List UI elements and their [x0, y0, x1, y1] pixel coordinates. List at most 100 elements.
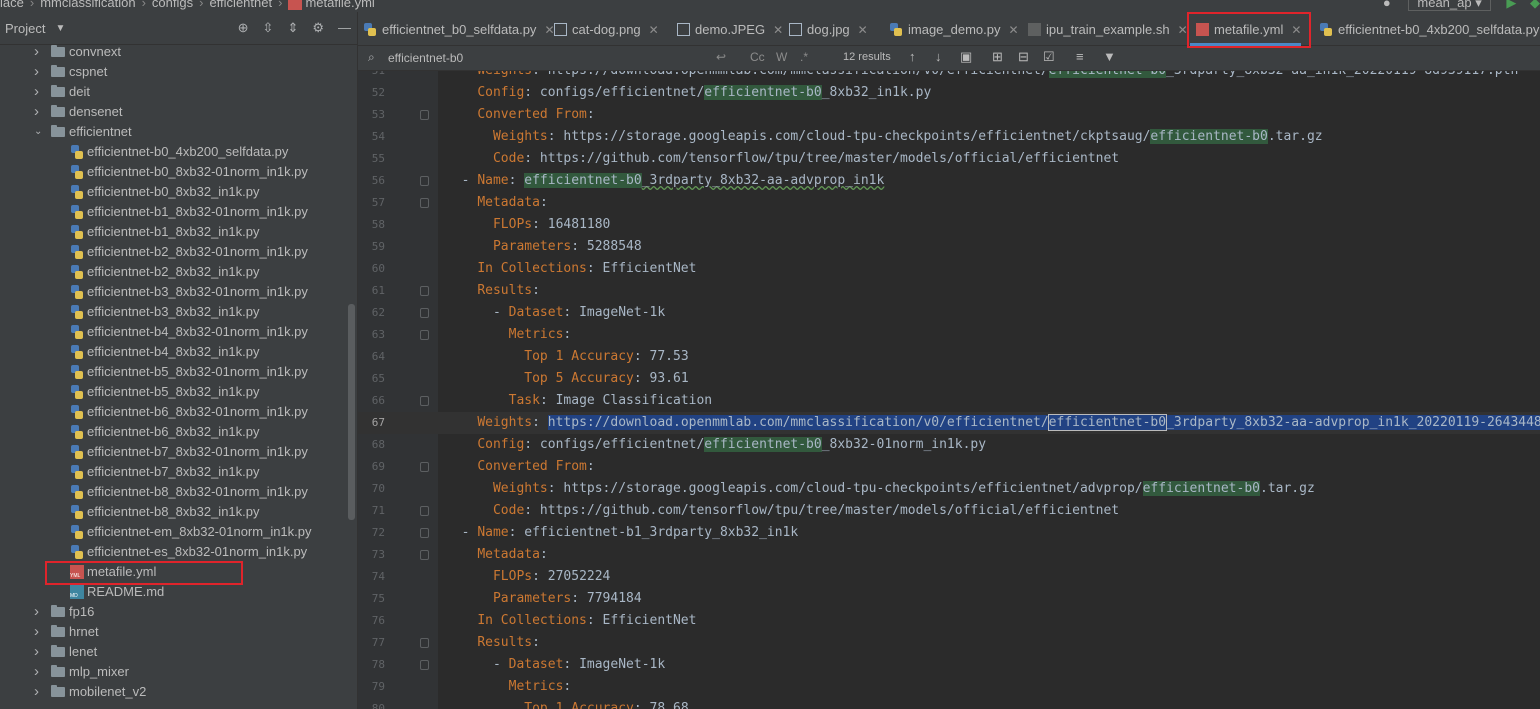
chevron-down-icon[interactable]: ⌄ — [34, 122, 44, 142]
tree-folder-row[interactable]: › cspnet — [0, 62, 347, 82]
whole-words-toggle[interactable]: W — [776, 50, 787, 64]
chevron-right-icon[interactable]: › — [34, 642, 44, 662]
code-line[interactable]: 73 Metadata: — [358, 544, 1540, 566]
code-line[interactable]: 54 Weights: https://storage.googleapis.c… — [358, 126, 1540, 148]
code-line[interactable]: 74 FLOPs: 27052224 — [358, 566, 1540, 588]
code-line[interactable]: 61 Results: — [358, 280, 1540, 302]
run-icon[interactable]: ▶ — [1506, 0, 1516, 10]
filter-icon[interactable]: ▼ — [1103, 49, 1116, 64]
fold-marker-icon[interactable] — [420, 638, 429, 648]
code-line[interactable]: 80 Top 1 Accuracy: 78.68 — [358, 698, 1540, 709]
code-line[interactable]: 51 Weights: https://download.openmmlab.c… — [358, 71, 1540, 82]
tree-file-row[interactable]: efficientnet-b5_8xb32-01norm_in1k.py — [0, 362, 347, 382]
tree-folder-row[interactable]: › fp16 — [0, 602, 347, 622]
chevron-right-icon[interactable]: › — [34, 682, 44, 702]
close-icon[interactable]: ✕ — [649, 23, 659, 37]
tree-file-row[interactable]: efficientnet-b8_8xb32-01norm_in1k.py — [0, 482, 347, 502]
tree-file-row[interactable]: efficientnet-b2_8xb32-01norm_in1k.py — [0, 242, 347, 262]
code-line[interactable]: 72 - Name: efficientnet-b1_3rdparty_8xb3… — [358, 522, 1540, 544]
breadcrumb-item[interactable]: efficientnet — [209, 0, 272, 10]
breadcrumb-item[interactable]: lace — [0, 0, 24, 10]
chevron-right-icon[interactable]: › — [34, 102, 44, 122]
fold-marker-icon[interactable] — [420, 660, 429, 670]
tree-file-row[interactable]: efficientnet-b1_8xb32_in1k.py — [0, 222, 347, 242]
hide-icon[interactable]: — — [338, 20, 351, 36]
tree-folder-row[interactable]: › mlp_mixer — [0, 662, 347, 682]
match-case-toggle[interactable]: Cc — [750, 50, 765, 64]
code-line[interactable]: 64 Top 1 Accuracy: 77.53 — [358, 346, 1540, 368]
tree-file-row[interactable]: efficientnet-b3_8xb32_in1k.py — [0, 302, 347, 322]
code-line[interactable]: 60 In Collections: EfficientNet — [358, 258, 1540, 280]
fold-marker-icon[interactable] — [420, 550, 429, 560]
run-config-select[interactable]: mean_ap ▾ — [1408, 0, 1491, 11]
editor-tab[interactable]: image_demo.py ✕ — [884, 12, 1019, 46]
filter-settings-icon[interactable]: ≡ — [1076, 49, 1084, 64]
collapse-all-icon[interactable]: ⇕ — [287, 20, 298, 36]
fold-marker-icon[interactable] — [420, 176, 429, 186]
breadcrumb-item[interactable]: mmclassification — [40, 0, 135, 10]
code-line[interactable]: 75 Parameters: 7794184 — [358, 588, 1540, 610]
code-line[interactable]: 56 - Name: efficientnet-b0_3rdparty_8xb3… — [358, 170, 1540, 192]
tree-file-row[interactable]: efficientnet-em_8xb32-01norm_in1k.py — [0, 522, 347, 542]
editor-tab[interactable]: efficientnet-b0_4xb200_selfdata.py — [1314, 12, 1539, 46]
select-all-occurrences-icon[interactable]: ☑ — [1043, 49, 1055, 65]
tree-file-row[interactable]: efficientnet-b0_8xb32-01norm_in1k.py — [0, 162, 347, 182]
chevron-right-icon[interactable]: › — [34, 622, 44, 642]
tree-folder-row[interactable]: › deit — [0, 82, 347, 102]
next-occurrence-icon[interactable]: ↓ — [935, 49, 942, 64]
tree-file-row[interactable]: efficientnet-b0_8xb32_in1k.py — [0, 182, 347, 202]
search-icon[interactable]: ⌕ — [368, 50, 375, 65]
code-line[interactable]: 63 Metrics: — [358, 324, 1540, 346]
expand-all-icon[interactable]: ⇳ — [263, 20, 274, 36]
fold-marker-icon[interactable] — [420, 330, 429, 340]
tree-file-row[interactable]: efficientnet-b8_8xb32_in1k.py — [0, 502, 347, 522]
chevron-right-icon[interactable]: › — [34, 602, 44, 622]
add-selection-icon[interactable]: ⊞ — [992, 49, 1003, 65]
breadcrumb-item[interactable]: configs — [152, 0, 193, 10]
close-icon[interactable]: ✕ — [858, 23, 868, 37]
tree-file-row[interactable]: efficientnet-b7_8xb32-01norm_in1k.py — [0, 442, 347, 462]
code-line[interactable]: 67 Weights: https://download.openmmlab.c… — [358, 412, 1540, 434]
chevron-right-icon[interactable]: › — [34, 62, 44, 82]
editor-tab[interactable]: cat-dog.png ✕ — [548, 12, 659, 46]
chevron-right-icon[interactable]: › — [34, 82, 44, 102]
code-line[interactable]: 78 - Dataset: ImageNet-1k — [358, 654, 1540, 676]
user-icon[interactable]: ● — [1383, 0, 1391, 10]
fold-marker-icon[interactable] — [420, 462, 429, 472]
code-line[interactable]: 62 - Dataset: ImageNet-1k — [358, 302, 1540, 324]
chevron-right-icon[interactable]: › — [34, 45, 44, 62]
search-input[interactable]: efficientnet-b0 — [388, 51, 463, 65]
editor-tab[interactable]: dog.jpg ✕ — [783, 12, 868, 46]
project-view-title[interactable]: Project — [5, 21, 45, 36]
code-line[interactable]: 65 Top 5 Accuracy: 93.61 — [358, 368, 1540, 390]
code-line[interactable]: 66 Task: Image Classification — [358, 390, 1540, 412]
tree-file-row[interactable]: efficientnet-b3_8xb32-01norm_in1k.py — [0, 282, 347, 302]
history-icon[interactable]: ↩ — [716, 50, 726, 64]
fold-marker-icon[interactable] — [420, 308, 429, 318]
fold-marker-icon[interactable] — [420, 110, 429, 120]
breadcrumb-item[interactable]: metafile.yml — [305, 0, 374, 10]
tree-folder-row[interactable]: › hrnet — [0, 622, 347, 642]
tree-file-row[interactable]: efficientnet-b5_8xb32_in1k.py — [0, 382, 347, 402]
fold-marker-icon[interactable] — [420, 506, 429, 516]
tree-file-row[interactable]: efficientnet-b6_8xb32_in1k.py — [0, 422, 347, 442]
chevron-right-icon[interactable]: › — [34, 662, 44, 682]
tree-file-row[interactable]: efficientnet-b6_8xb32-01norm_in1k.py — [0, 402, 347, 422]
previous-occurrence-icon[interactable]: ↑ — [909, 49, 916, 64]
code-line[interactable]: 77 Results: — [358, 632, 1540, 654]
locate-file-icon[interactable]: ⊕ — [238, 20, 249, 36]
project-tree-scrollbar[interactable] — [348, 304, 355, 520]
debug-icon[interactable]: ◆ — [1530, 0, 1540, 10]
tree-folder-row[interactable]: › convnext — [0, 45, 347, 62]
gear-icon[interactable]: ⚙ — [312, 20, 324, 36]
tree-folder-row[interactable]: › lenet — [0, 642, 347, 662]
code-line[interactable]: 71 Code: https://github.com/tensorflow/t… — [358, 500, 1540, 522]
code-line[interactable]: 76 In Collections: EfficientNet — [358, 610, 1540, 632]
fold-marker-icon[interactable] — [420, 198, 429, 208]
code-line[interactable]: 70 Weights: https://storage.googleapis.c… — [358, 478, 1540, 500]
code-line[interactable]: 79 Metrics: — [358, 676, 1540, 698]
close-icon[interactable]: ✕ — [773, 23, 783, 37]
tree-file-row[interactable]: efficientnet-b0_4xb200_selfdata.py — [0, 142, 347, 162]
regex-toggle[interactable]: .* — [800, 50, 808, 64]
tree-file-row[interactable]: efficientnet-b4_8xb32_in1k.py — [0, 342, 347, 362]
